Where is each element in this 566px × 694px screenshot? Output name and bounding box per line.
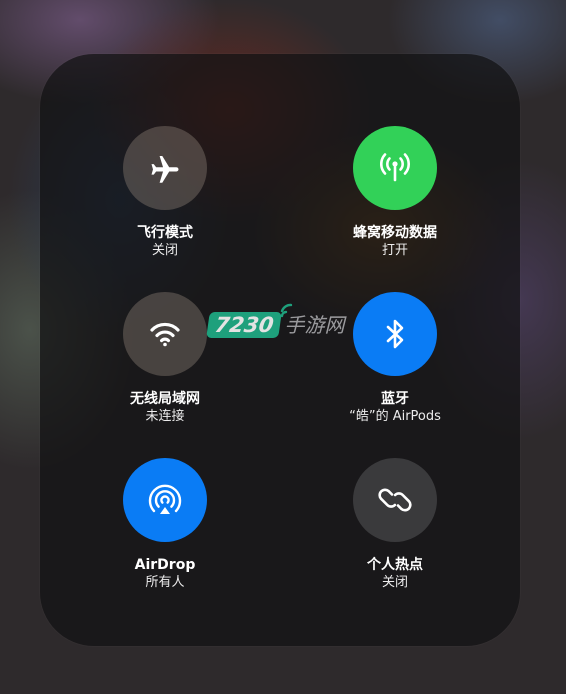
airdrop-control: AirDrop 所有人 — [65, 458, 265, 591]
bluetooth-label: 蓝牙 — [381, 391, 409, 407]
cellular-data-button[interactable] — [353, 126, 437, 210]
signal-wave-icon — [280, 303, 293, 318]
airplane-mode-status: 关闭 — [151, 243, 178, 258]
wifi-label: 无线局域网 — [130, 391, 200, 407]
wifi-button[interactable] — [123, 292, 207, 376]
airdrop-status: 所有人 — [145, 575, 185, 590]
personal-hotspot-status: 关闭 — [381, 575, 408, 590]
cellular-antenna-icon — [380, 153, 410, 182]
bluetooth-icon — [386, 319, 404, 349]
airdrop-icon — [148, 484, 182, 514]
wifi-status: 未连接 — [145, 409, 185, 424]
airplane-mode-control: 飞行模式 关闭 — [65, 126, 265, 259]
airplane-mode-button[interactable] — [123, 126, 207, 210]
airplane-icon — [151, 156, 179, 183]
cellular-data-status: 打开 — [381, 243, 408, 258]
cellular-data-label: 蜂窝移动数据 — [353, 225, 437, 241]
hotspot-link-icon — [378, 488, 412, 512]
wifi-icon — [150, 322, 180, 347]
watermark-logo: 7230 手游网 — [206, 303, 344, 338]
bluetooth-status: “皓”的 AirPods — [349, 409, 441, 424]
airdrop-button[interactable] — [123, 458, 207, 542]
airplane-mode-label: 飞行模式 — [137, 225, 193, 241]
connectivity-panel: 飞行模式 关闭 蜂窝移动数据 打开 无线局域网 未连接 蓝牙 “皓”的 AirP… — [40, 54, 520, 646]
bluetooth-button[interactable] — [353, 292, 437, 376]
personal-hotspot-control: 个人热点 关闭 — [295, 458, 495, 591]
personal-hotspot-label: 个人热点 — [367, 557, 423, 573]
watermark-number: 7230 — [206, 312, 283, 338]
cellular-data-control: 蜂窝移动数据 打开 — [295, 126, 495, 259]
personal-hotspot-button[interactable] — [353, 458, 437, 542]
airdrop-label: AirDrop — [134, 557, 196, 573]
